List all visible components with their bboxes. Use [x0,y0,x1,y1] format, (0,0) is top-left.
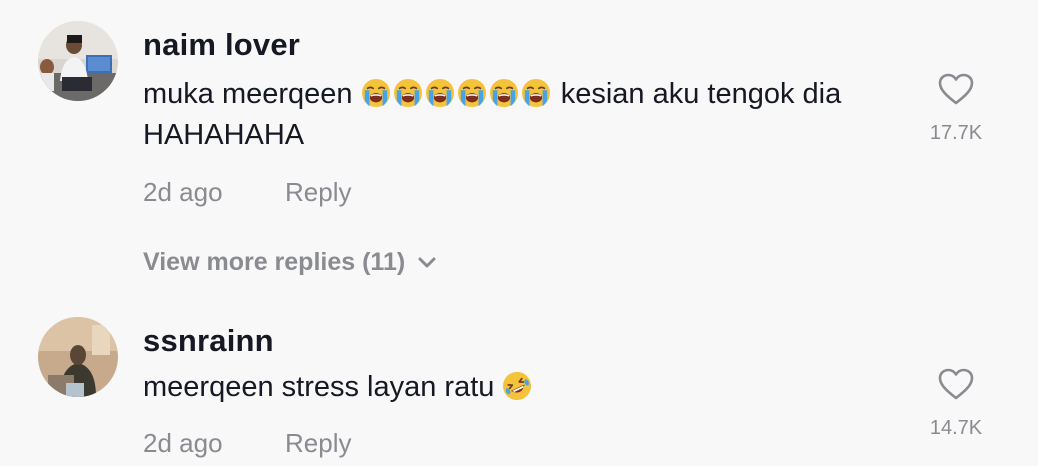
like-count: 17.7K [929,122,983,144]
comment-text-start: meerqeen stress layan ratu [143,371,495,403]
avatar[interactable] [38,317,118,397]
comment-text: muka meerqeen kesian aku tengok dia HAHA… [143,74,903,156]
like-button[interactable]: 14.7K [916,367,996,440]
like-count: 14.7K [929,417,983,439]
view-more-replies-button[interactable]: View more replies (11) [143,248,437,277]
comment-meta: 2d ago Reply [143,177,351,208]
chevron-down-icon [418,257,436,268]
reply-button[interactable]: Reply [285,428,351,459]
comment-text: meerqeen stress layan ratu [143,367,903,408]
reply-button[interactable]: Reply [285,177,351,208]
rolling-on-floor-laughing-emoji [503,371,532,401]
heart-icon [938,368,974,400]
like-button[interactable]: 17.7K [916,72,996,145]
loudly-crying-face-emoji [425,78,454,108]
comment-meta: 2d ago Reply [143,428,351,459]
view-more-replies-label: View more replies (11) [143,248,406,276]
avatar[interactable] [38,21,118,101]
comment-text-start: muka meerqeen [143,78,353,110]
emoji-group [502,371,534,403]
comments-panel: naim lover muka meerqeen kesian aku teng… [0,0,1038,466]
emoji-group [361,78,553,110]
loudly-crying-face-emoji [489,78,518,108]
loudly-crying-face-emoji [521,78,550,108]
loudly-crying-face-emoji [457,78,486,108]
heart-icon [938,73,974,105]
username[interactable]: ssnrainn [143,323,274,359]
timestamp: 2d ago [143,177,223,207]
timestamp: 2d ago [143,428,223,458]
username[interactable]: naim lover [143,27,300,63]
loudly-crying-face-emoji [393,78,422,108]
loudly-crying-face-emoji [361,78,390,108]
